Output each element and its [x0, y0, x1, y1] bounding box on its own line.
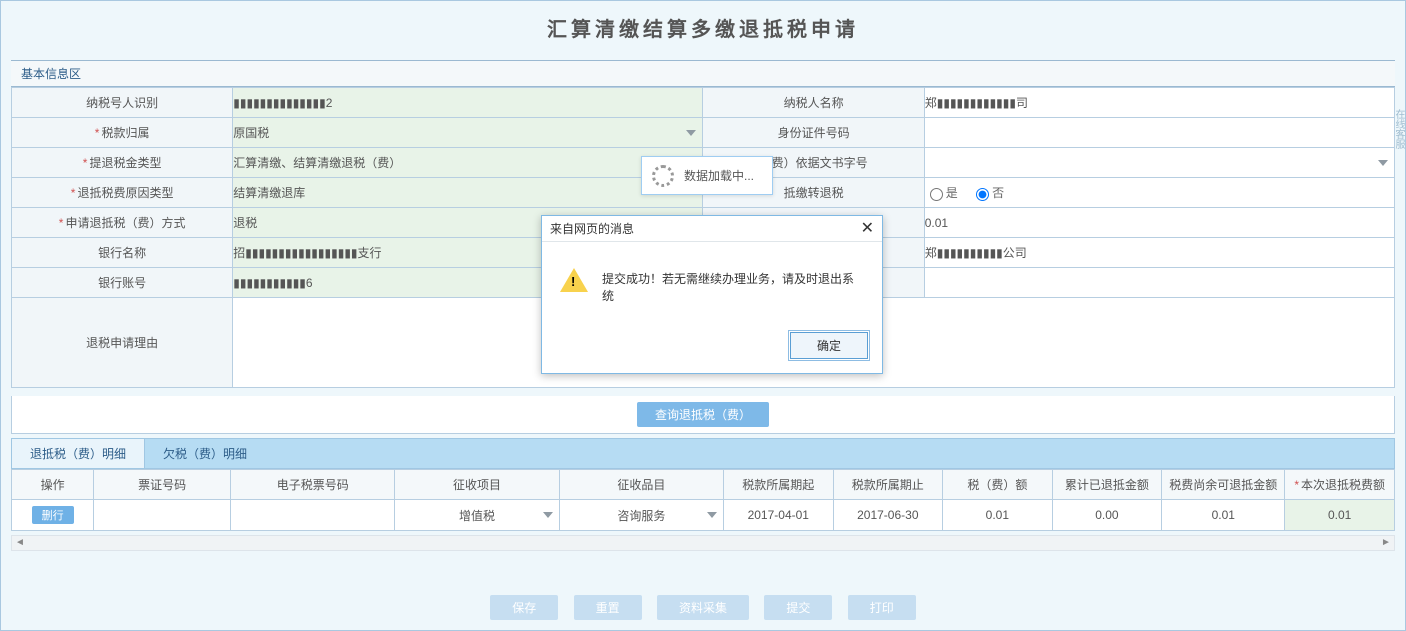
- cell-refunded: 0.00: [1052, 500, 1162, 531]
- scroll-left-icon[interactable]: ◄: [12, 536, 28, 550]
- select-doc-no[interactable]: [924, 148, 1394, 178]
- radio-transfer-yes[interactable]: [930, 188, 943, 201]
- value-taxpayer-id[interactable]: ▮▮▮▮▮▮▮▮▮▮▮▮▮▮2: [233, 88, 703, 118]
- label-taxpayer-name: 纳税人名称: [703, 88, 924, 118]
- value-id-no[interactable]: [924, 118, 1394, 148]
- horizontal-scrollbar[interactable]: ◄ ►: [11, 535, 1395, 551]
- label-tax-attr: *税款归属: [12, 118, 233, 148]
- cell-levy-sub[interactable]: 咨询服务: [559, 500, 723, 531]
- cell-this-time[interactable]: 0.01: [1285, 500, 1395, 531]
- table-row: 删行 增值税 咨询服务 2017-04-01 2017-06-30 0.01 0…: [12, 500, 1395, 531]
- value-blank: [924, 268, 1394, 298]
- scroll-right-icon[interactable]: ►: [1378, 536, 1394, 550]
- cell-cert-no[interactable]: [94, 500, 231, 531]
- page-title: 汇算清缴结算多缴退抵税申请: [1, 1, 1405, 60]
- cell-tax-amt: 0.01: [943, 500, 1053, 531]
- warning-icon: [560, 268, 588, 292]
- th-cert-no: 票证号码: [94, 470, 231, 500]
- dialog-body: 提交成功！若无需继续办理业务，请及时退出系统: [542, 242, 882, 326]
- radio-transfer-no[interactable]: [976, 188, 989, 201]
- label-apply-method: *申请退抵税（费）方式: [12, 208, 233, 238]
- th-levy-item: 征收项目: [395, 470, 559, 500]
- th-period-from: 税款所属期起: [724, 470, 834, 500]
- label-id-no: 身份证件号码: [703, 118, 924, 148]
- delete-row-button[interactable]: 删行: [32, 506, 74, 524]
- close-icon[interactable]: ✕: [861, 222, 874, 236]
- value-apply-amount: 0.01: [924, 208, 1394, 238]
- reset-button[interactable]: 重置: [574, 595, 642, 620]
- save-button[interactable]: 保存: [490, 595, 558, 620]
- select-refund-type[interactable]: 汇算清缴、结算清缴退税（费）: [233, 148, 703, 178]
- dialog-ok-button[interactable]: 确定: [790, 332, 868, 359]
- value-account-name: 郑▮▮▮▮▮▮▮▮▮▮公司: [924, 238, 1394, 268]
- radio-transfer[interactable]: 是 否: [924, 178, 1394, 208]
- cell-remain: 0.01: [1162, 500, 1285, 531]
- print-button[interactable]: 打印: [848, 595, 916, 620]
- label-bank-acct: 银行账号: [12, 268, 233, 298]
- loading-text: 数据加载中...: [684, 169, 754, 183]
- query-refund-button[interactable]: 查询退抵税（费）: [637, 402, 769, 427]
- cell-period-from: 2017-04-01: [724, 500, 834, 531]
- chevron-down-icon: [543, 512, 553, 518]
- value-reason-type[interactable]: 结算清缴退库: [233, 178, 703, 208]
- th-op: 操作: [12, 470, 94, 500]
- th-refunded: 累计已退抵金额: [1052, 470, 1162, 500]
- dialog-title: 来自网页的消息: [550, 220, 634, 237]
- spinner-icon: [652, 165, 674, 187]
- select-tax-attr[interactable]: 原国税: [233, 118, 703, 148]
- label-refund-type: *提退税金类型: [12, 148, 233, 178]
- dialog-message: 提交成功！若无需继续办理业务，请及时退出系统: [602, 270, 864, 304]
- submit-button[interactable]: 提交: [764, 595, 832, 620]
- loading-indicator: 数据加载中...: [641, 156, 773, 195]
- th-tax-amt: 税（费）额: [943, 470, 1053, 500]
- label-bank-name: 银行名称: [12, 238, 233, 268]
- label-reason: 退税申请理由: [12, 298, 233, 388]
- tab-owed-detail[interactable]: 欠税（费）明细: [145, 439, 265, 468]
- th-remain: 税费尚余可退抵金额: [1162, 470, 1285, 500]
- tab-refund-detail[interactable]: 退抵税（费）明细: [12, 439, 145, 468]
- th-this-time: *本次退抵税费额: [1285, 470, 1395, 500]
- cell-e-invoice[interactable]: [231, 500, 395, 531]
- value-taxpayer-name: 郑▮▮▮▮▮▮▮▮▮▮▮▮司: [924, 88, 1394, 118]
- message-dialog: 来自网页的消息 ✕ 提交成功！若无需继续办理业务，请及时退出系统 确定: [541, 215, 883, 374]
- cell-period-to: 2017-06-30: [833, 500, 943, 531]
- dialog-titlebar: 来自网页的消息 ✕: [542, 216, 882, 242]
- chevron-down-icon: [1378, 160, 1388, 166]
- query-bar: 查询退抵税（费）: [11, 396, 1395, 434]
- chevron-down-icon: [707, 512, 717, 518]
- page-container: 汇算清缴结算多缴退抵税申请 基本信息区 纳税号人识别 ▮▮▮▮▮▮▮▮▮▮▮▮▮…: [0, 0, 1406, 631]
- label-taxpayer-id: 纳税号人识别: [12, 88, 233, 118]
- collect-button[interactable]: 资料采集: [657, 595, 749, 620]
- th-period-to: 税款所属期止: [833, 470, 943, 500]
- cell-levy-item[interactable]: 增值税: [395, 500, 559, 531]
- th-e-invoice: 电子税票号码: [231, 470, 395, 500]
- side-tab-support[interactable]: 在线客服: [1391, 109, 1406, 149]
- detail-table: 操作 票证号码 电子税票号码 征收项目 征收品目 税款所属期起 税款所属期止 税…: [11, 469, 1395, 531]
- th-levy-sub: 征收品目: [559, 470, 723, 500]
- footer-buttons: 保存 重置 资料采集 提交 打印: [1, 555, 1405, 630]
- label-reason-type: *退抵税费原因类型: [12, 178, 233, 208]
- detail-tabs: 退抵税（费）明细 欠税（费）明细: [11, 438, 1395, 469]
- chevron-down-icon: [686, 130, 696, 136]
- section-header-basic: 基本信息区: [11, 60, 1395, 87]
